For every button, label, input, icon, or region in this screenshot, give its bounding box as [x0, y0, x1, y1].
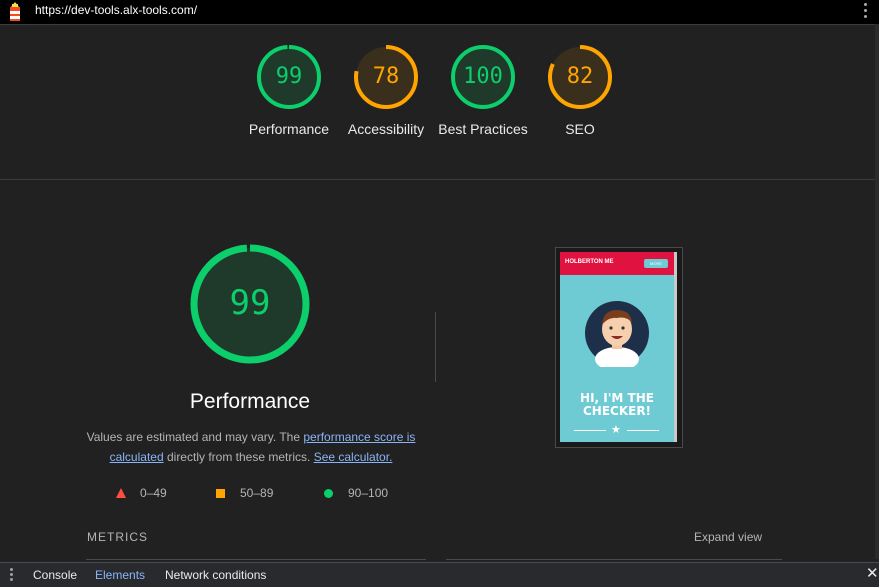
gauge-label: Performance: [248, 121, 330, 137]
gauge-score: 78: [372, 64, 400, 89]
description-text: directly from these metrics.: [163, 450, 314, 464]
more-options-icon[interactable]: [860, 1, 870, 21]
gauge-score: 99: [275, 64, 303, 89]
gauge-label: Best Practices: [438, 121, 528, 137]
legend-label: 90–100: [348, 486, 389, 500]
divider: [446, 559, 782, 560]
tab-network-conditions[interactable]: Network conditions: [165, 568, 266, 582]
description-text: Values are estimated and may vary. The: [86, 430, 304, 444]
divider: [574, 430, 606, 431]
metrics-heading: METRICS: [87, 530, 148, 544]
screenshot-header: HOLBERTON ME MORE: [560, 252, 674, 275]
drawer-menu-icon[interactable]: [8, 567, 14, 583]
gauge-label: SEO: [565, 121, 595, 137]
legend-fail: 0–49: [116, 485, 186, 501]
screenshot-brand: HOLBERTON ME: [565, 259, 614, 265]
avatar-illustration-icon: [585, 301, 649, 367]
tab-console[interactable]: Console: [33, 568, 77, 582]
headline-line-2: CHECKER!: [582, 404, 652, 418]
screenshot-page: HOLBERTON ME MORE HI, I'M THE CHECKER! ★: [560, 252, 674, 442]
screenshot-headline: HI, I'M THE CHECKER!: [560, 392, 674, 418]
gauge-seo[interactable]: 82 SEO: [535, 44, 625, 139]
expand-view-button[interactable]: Expand view: [694, 530, 762, 544]
screenshot-scrollbar: [674, 252, 677, 442]
see-calculator-link[interactable]: See calculator.: [314, 450, 393, 464]
triangle-icon: [116, 488, 126, 498]
circle-icon: [324, 489, 333, 498]
screenshot-button: MORE: [644, 259, 668, 268]
legend-label: 50–89: [240, 486, 274, 500]
legend-pass: 90–100: [324, 485, 404, 501]
square-icon: [216, 489, 225, 498]
divider: [86, 559, 426, 560]
close-icon[interactable]: ✕: [866, 566, 879, 582]
gauge-score: 100: [463, 64, 503, 89]
score-summary: 99 Performance 78 Accessibility 100 Best…: [0, 25, 875, 180]
gauge-score: 82: [566, 64, 594, 89]
divider: [435, 312, 436, 382]
final-screenshot-thumbnail[interactable]: HOLBERTON ME MORE HI, I'M THE CHECKER! ★: [555, 247, 683, 448]
star-icon: ★: [611, 424, 621, 436]
tab-elements[interactable]: Elements: [95, 568, 145, 582]
gauge-best-practices[interactable]: 100 Best Practices: [438, 44, 528, 139]
performance-title: Performance: [189, 390, 311, 413]
gauge-performance[interactable]: 99 Performance: [244, 44, 334, 139]
legend-average: 50–89: [216, 485, 286, 501]
legend-label: 0–49: [140, 486, 167, 500]
divider: [627, 430, 659, 431]
scrollbar[interactable]: [875, 24, 879, 559]
url-text[interactable]: https://dev-tools.alx-tools.com/: [35, 3, 197, 17]
gauge-accessibility[interactable]: 78 Accessibility: [341, 44, 431, 139]
gauge-label: Accessibility: [347, 121, 425, 137]
performance-description: Values are estimated and may vary. The p…: [86, 427, 416, 467]
performance-score-large: 99: [229, 283, 271, 323]
url-bar: https://dev-tools.alx-tools.com/: [0, 0, 879, 25]
lighthouse-logo-icon: [10, 2, 20, 21]
devtools-drawer-bar: Console Elements Network conditions ✕: [0, 562, 879, 587]
